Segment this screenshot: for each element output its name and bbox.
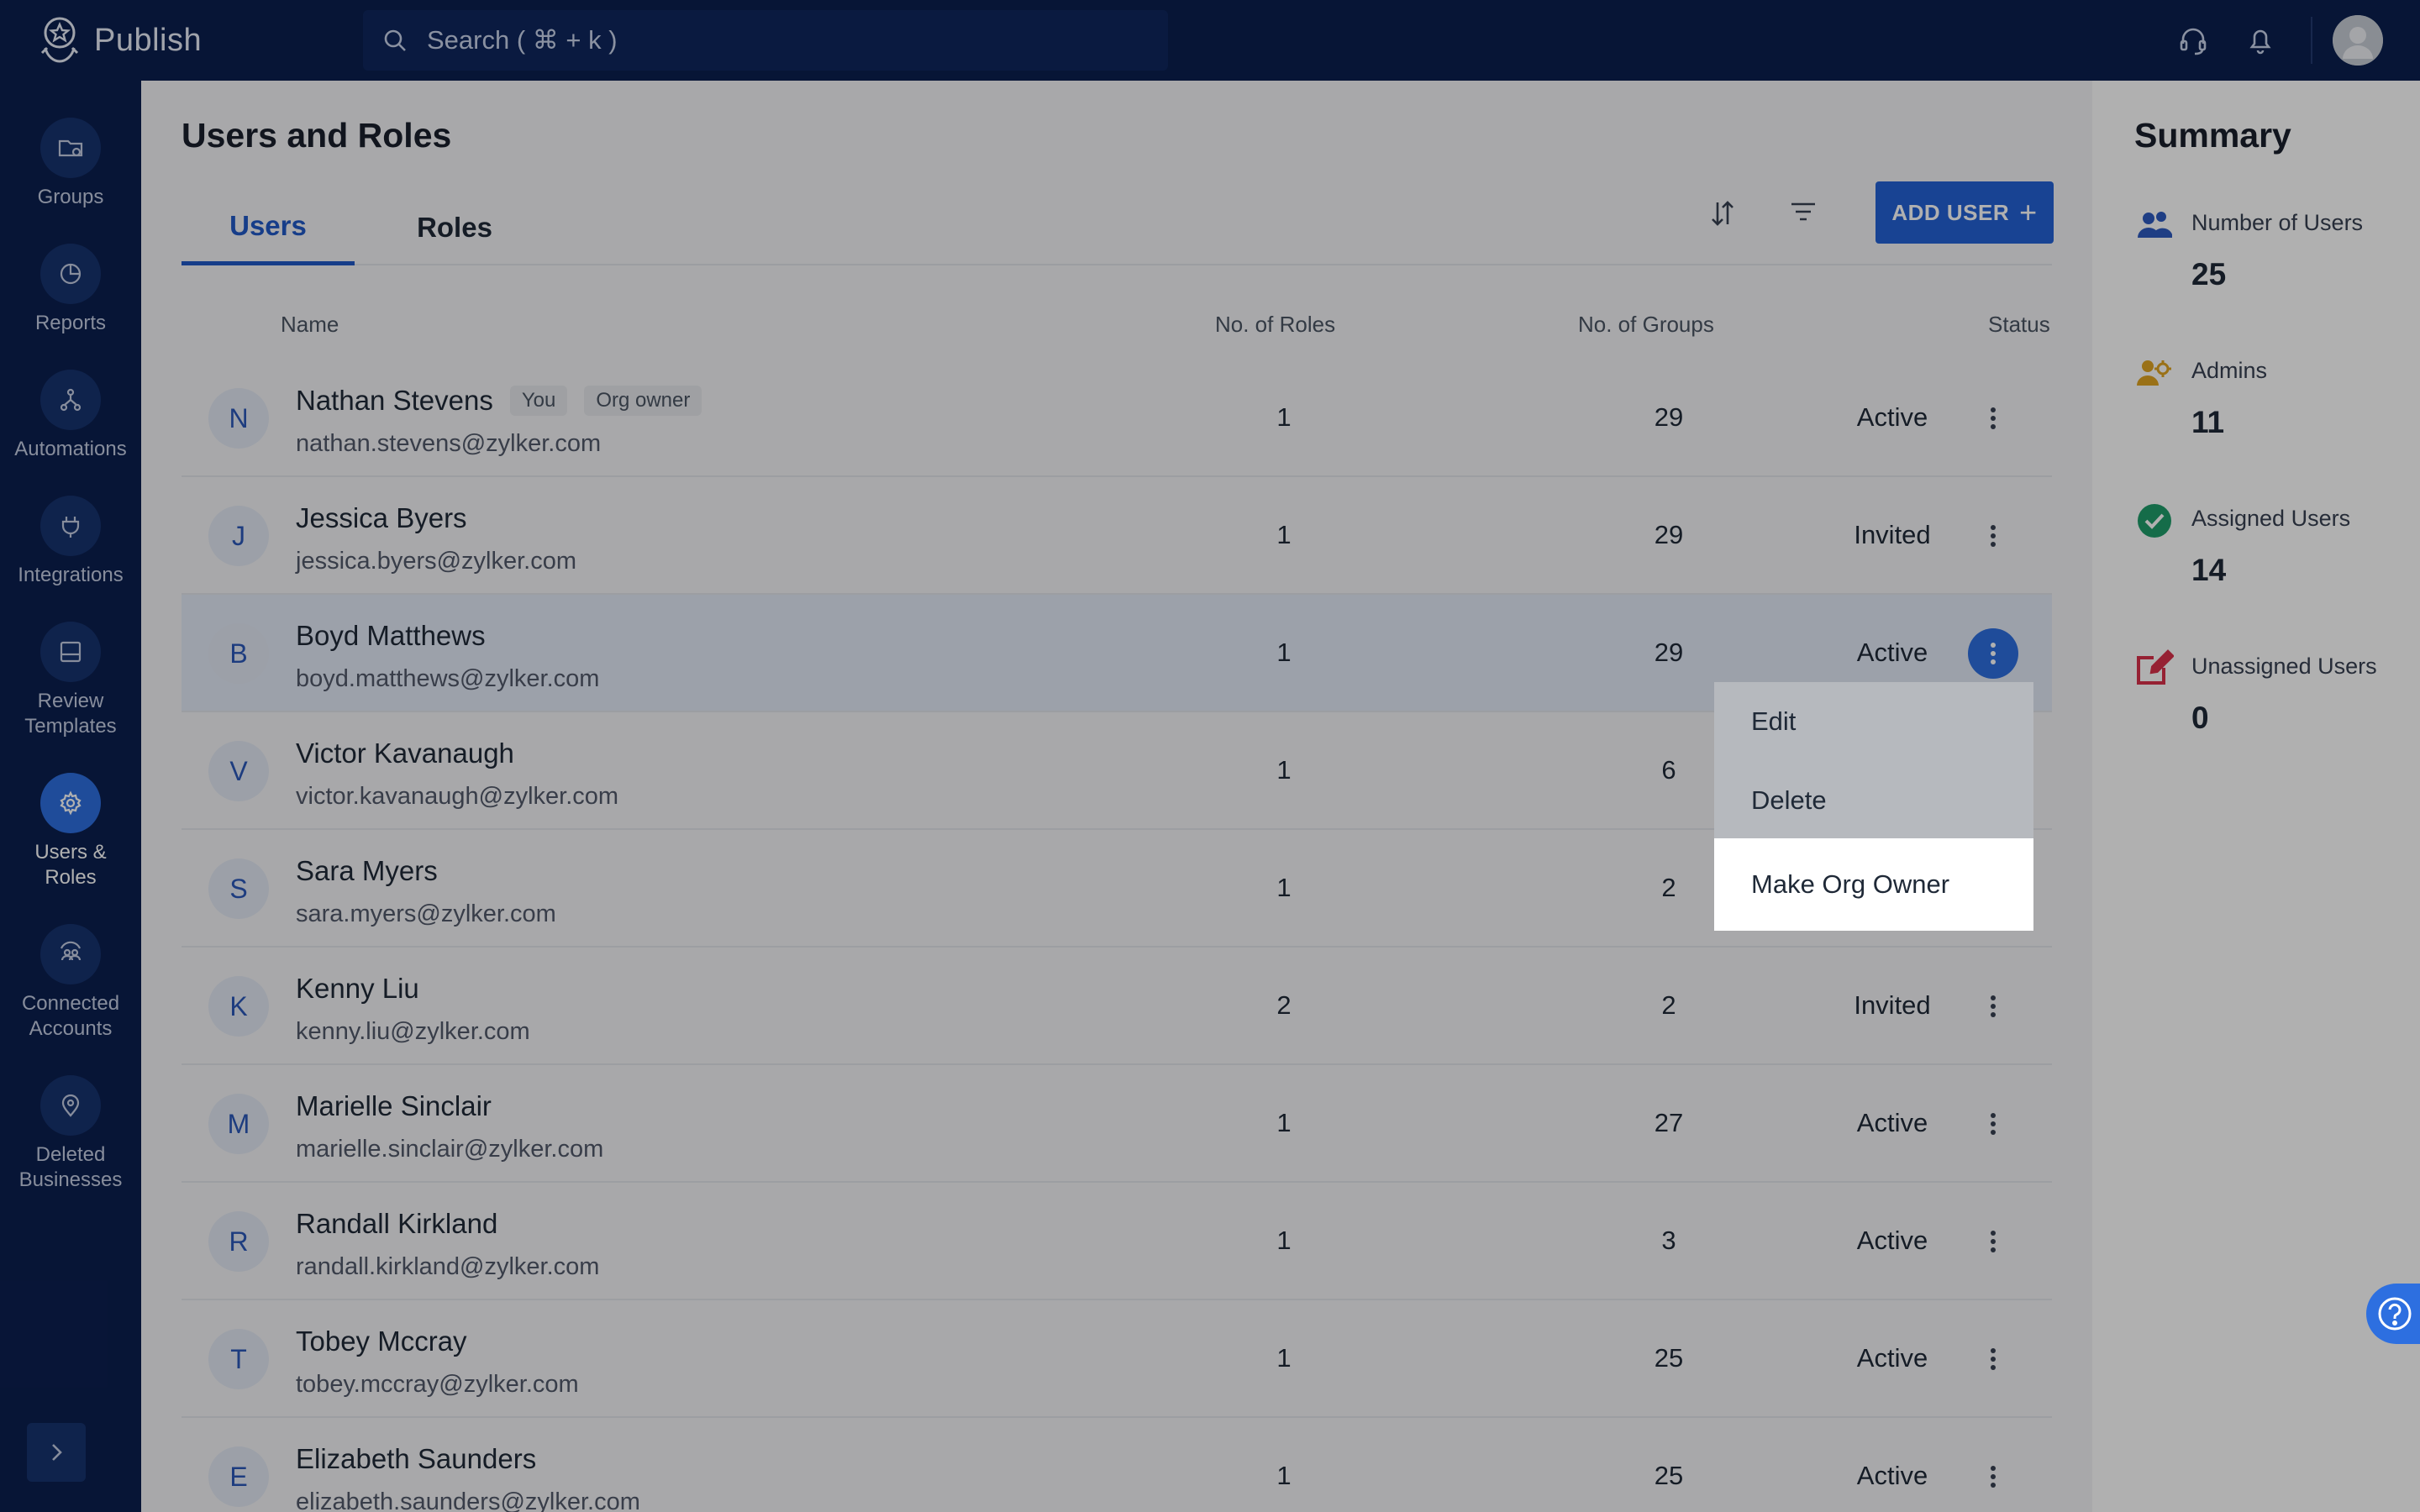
menu-item-delete[interactable]: Delete	[1714, 761, 2033, 840]
menu-item-make-org-owner[interactable]: Make Org Owner	[1714, 838, 2033, 931]
help-icon	[2378, 1297, 2412, 1331]
menu-item-edit[interactable]: Edit	[1714, 682, 2033, 761]
modal-overlay[interactable]	[0, 0, 2420, 1512]
help-button[interactable]	[2366, 1284, 2420, 1344]
row-context-menu: Edit Delete Make Org Owner	[1714, 682, 2033, 931]
